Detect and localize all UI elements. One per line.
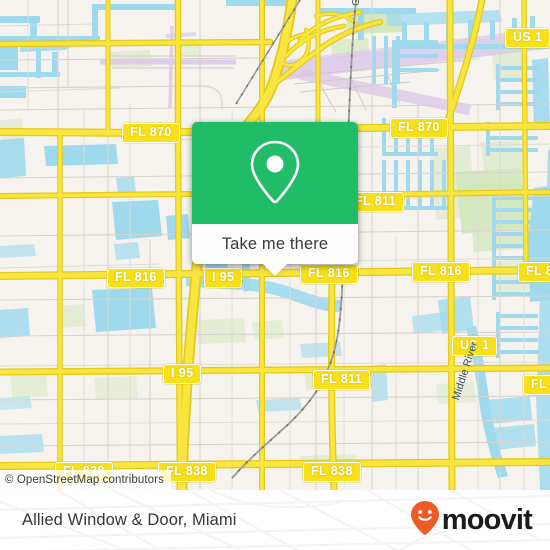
road-shield: FL 816 — [412, 262, 470, 282]
road-shield: US 1 — [505, 28, 550, 48]
road-shield: FL 816 — [518, 262, 550, 282]
road-shield: FL 870 — [390, 118, 448, 138]
road-shield: FL 816 — [523, 375, 550, 395]
road-shield: FL 870 — [122, 123, 180, 143]
road-shield: FL 816 — [107, 268, 165, 288]
road-shield: FL 838 — [303, 462, 361, 482]
map-attribution: © OpenStreetMap contributors — [0, 470, 171, 490]
moovit-wordmark: moovit — [441, 503, 533, 536]
road-shield: I 95 — [204, 268, 243, 288]
moovit-logo: moovit — [410, 500, 533, 541]
moovit-pin-smiley-icon — [410, 500, 440, 541]
place-callout[interactable]: Take me there — [192, 122, 358, 276]
footer-bar: Allied Window & Door, Miami moovit — [0, 490, 550, 550]
callout-tail — [262, 263, 288, 276]
place-title: Allied Window & Door, Miami — [22, 510, 237, 529]
road-shield: FL 816 — [300, 264, 358, 284]
location-pin-icon — [247, 137, 303, 210]
road-shield: I 95 — [163, 364, 202, 384]
map-screen: FL 870 FL 870 US 1 FL 811 FL 816 I 95 FL… — [0, 0, 550, 550]
road-shield: FL 811 — [313, 370, 371, 390]
callout-action[interactable]: Take me there — [192, 224, 358, 276]
callout-header — [192, 122, 358, 224]
take-me-there-label: Take me there — [221, 234, 329, 253]
